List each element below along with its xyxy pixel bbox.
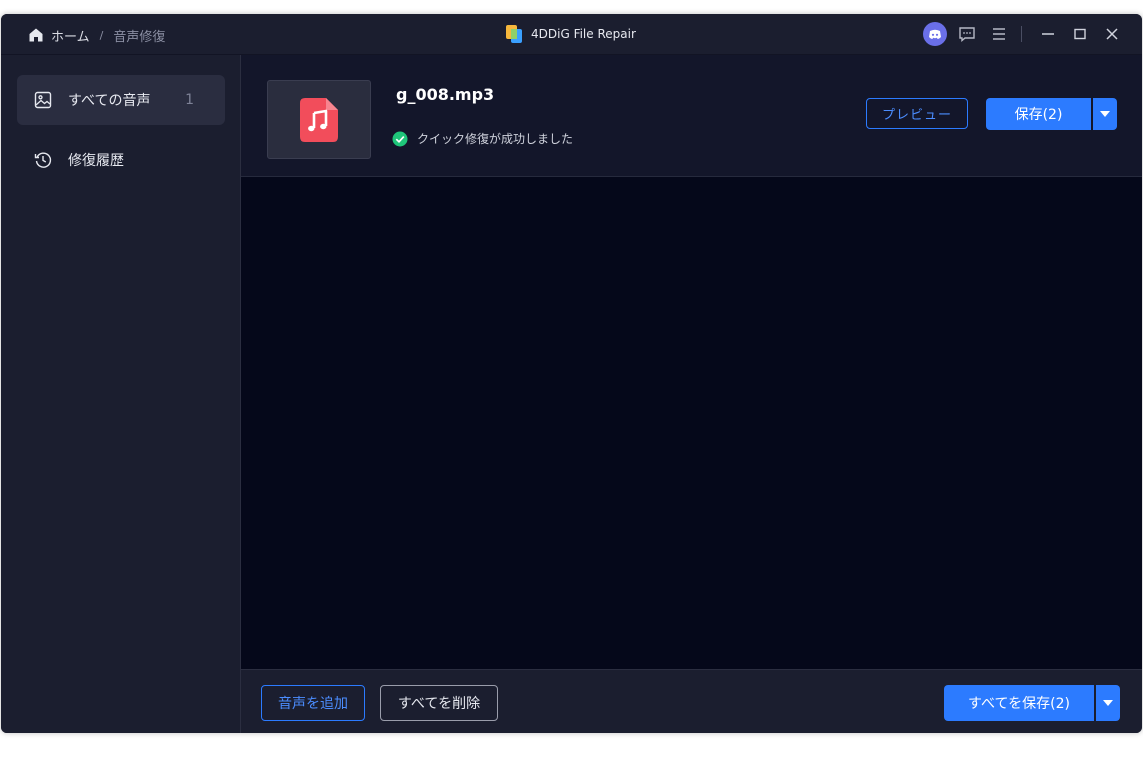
sidebar-item-repair-history[interactable]: 修復履歴 bbox=[17, 135, 225, 185]
repair-status: クイック修復が成功しました bbox=[392, 130, 573, 147]
preview-button[interactable]: プレビュー bbox=[866, 98, 968, 129]
image-icon bbox=[34, 91, 52, 109]
caret-down-icon bbox=[1100, 111, 1110, 117]
close-icon[interactable] bbox=[1100, 22, 1124, 46]
save-dropdown-button[interactable] bbox=[1093, 98, 1117, 130]
main-content: g_008.mp3 クイック修復が成功しました プレビュー 保存(2) bbox=[241, 55, 1142, 669]
minimize-icon[interactable] bbox=[1036, 22, 1060, 46]
breadcrumb-separator: / bbox=[99, 28, 104, 42]
history-icon bbox=[34, 152, 52, 168]
repair-status-text: クイック修復が成功しました bbox=[417, 132, 574, 146]
file-thumbnail[interactable] bbox=[267, 80, 371, 159]
maximize-icon[interactable] bbox=[1068, 22, 1092, 46]
sidebar-item-label: すべての音声 bbox=[68, 93, 151, 109]
caret-down-icon bbox=[1103, 700, 1113, 706]
feedback-icon[interactable] bbox=[955, 22, 979, 46]
app-logo-icon bbox=[506, 25, 522, 43]
breadcrumb-home[interactable]: ホーム bbox=[51, 26, 90, 45]
window-controls bbox=[915, 22, 1124, 46]
save-button[interactable]: 保存(2) bbox=[986, 98, 1091, 130]
home-icon[interactable] bbox=[28, 27, 44, 43]
save-all-dropdown-button[interactable] bbox=[1096, 685, 1120, 721]
save-all-button[interactable]: すべてを保存(2) bbox=[944, 685, 1094, 721]
sidebar: すべての音声 1 修復履歴 bbox=[1, 55, 241, 733]
file-card: g_008.mp3 クイック修復が成功しました プレビュー 保存(2) bbox=[241, 55, 1142, 177]
app-title-text: 4DDiG File Repair bbox=[531, 27, 636, 41]
delete-all-button[interactable]: すべてを削除 bbox=[380, 685, 498, 721]
check-circle-icon bbox=[392, 131, 408, 146]
title-bar: ホーム / 音声修復 4DDiG File Repair bbox=[1, 14, 1142, 55]
sidebar-item-all-audio[interactable]: すべての音声 1 bbox=[17, 75, 225, 125]
music-file-icon bbox=[300, 97, 338, 142]
breadcrumb-current: 音声修復 bbox=[113, 29, 166, 45]
menu-icon[interactable] bbox=[987, 22, 1011, 46]
titlebar-divider bbox=[1021, 26, 1022, 42]
file-name: g_008.mp3 bbox=[396, 85, 495, 104]
sidebar-item-label: 修復履歴 bbox=[68, 153, 124, 169]
app-title: 4DDiG File Repair bbox=[505, 24, 636, 44]
add-audio-button[interactable]: 音声を追加 bbox=[261, 685, 365, 721]
sidebar-item-count: 1 bbox=[185, 92, 194, 108]
footer-bar: 音声を追加 すべてを削除 すべてを保存(2) bbox=[241, 669, 1142, 733]
app-window: ホーム / 音声修復 4DDiG File Repair すべての音声 1 修復… bbox=[1, 14, 1142, 733]
discord-icon[interactable] bbox=[923, 22, 947, 46]
breadcrumb: ホーム / 音声修復 bbox=[28, 25, 165, 45]
